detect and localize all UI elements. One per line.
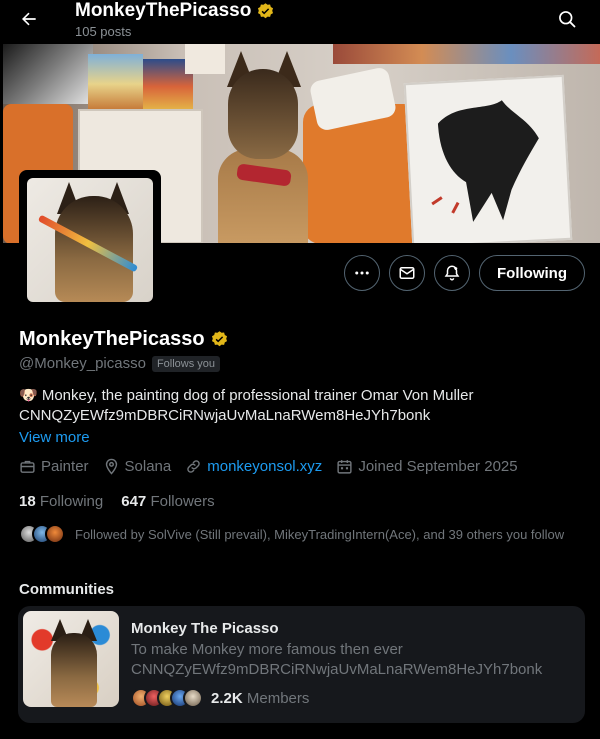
website-link[interactable]: monkeyonsol.xyz <box>207 458 322 475</box>
message-icon <box>399 267 415 279</box>
header-title: MonkeyThePicasso <box>75 0 252 21</box>
profile-name: MonkeyThePicasso <box>19 328 205 350</box>
location-item: Solana <box>103 458 172 475</box>
following-button[interactable]: Following <box>479 255 585 291</box>
followed-by-text: Followed by SolVive (Still prevail), Mik… <box>75 526 565 542</box>
community-desc-line: To make Monkey more famous then ever <box>131 641 403 658</box>
following-count-link[interactable]: 18 Following <box>19 493 103 510</box>
member-avatars <box>131 688 203 708</box>
verified-badge-icon[interactable] <box>210 330 229 349</box>
profile-actions: Following <box>344 255 585 291</box>
community-card[interactable]: Monkey The Picasso To make Monkey more f… <box>18 606 585 723</box>
calendar-icon <box>337 460 352 474</box>
location-text: Solana <box>124 458 172 475</box>
back-button[interactable] <box>12 2 46 36</box>
notifications-button[interactable] <box>434 255 471 291</box>
following-label: Following <box>39 493 104 510</box>
followers-label: Followers <box>150 493 215 510</box>
profile-avatar[interactable] <box>19 170 161 310</box>
briefcase-icon <box>20 460 35 473</box>
joined-item: Joined September 2025 <box>336 458 518 475</box>
banner-painting <box>333 44 600 64</box>
profile-handle: @Monkey_picasso <box>19 355 146 372</box>
banner-canvas <box>88 54 143 114</box>
back-arrow-icon <box>22 12 36 26</box>
community-desc-line: CNNQZyEWfz9mDBRCiRNwjaUvMaLnaRWem8HeJYh7… <box>131 661 543 678</box>
notification-bell-icon <box>444 265 460 281</box>
community-members: 2.2K Members <box>131 688 309 708</box>
followers-count-link[interactable]: 647 Followers <box>121 493 214 510</box>
community-description: To make Monkey more famous then ever CNN… <box>131 640 571 680</box>
header-title-wrap: MonkeyThePicasso <box>75 0 275 22</box>
communities-heading: Communities <box>19 581 115 598</box>
bio-line: 🐶 Monkey, the painting dog of profession… <box>19 387 474 404</box>
followed-by-avatars <box>19 524 65 544</box>
search-icon <box>559 11 576 28</box>
website-item[interactable]: monkeyonsol.xyz <box>185 458 322 475</box>
follow-counts: 18 Following 647 Followers <box>19 493 215 510</box>
profile-meta: Painter Solana monkeyonsol.xyz Joined Se… <box>19 458 518 475</box>
members-label: Members <box>246 689 310 707</box>
banner-dog <box>213 49 313 243</box>
community-name: Monkey The Picasso <box>131 620 279 637</box>
community-image <box>23 611 119 707</box>
follows-you-badge: Follows you <box>151 355 221 372</box>
profile-bio: 🐶 Monkey, the painting dog of profession… <box>19 386 589 426</box>
followed-by-row[interactable]: Followed by SolVive (Still prevail), Mik… <box>19 524 564 544</box>
handle-row: @Monkey_picasso Follows you <box>19 355 221 372</box>
avatar <box>45 524 65 544</box>
followers-count: 647 <box>121 493 147 510</box>
verified-badge-icon <box>258 2 274 18</box>
search-button[interactable] <box>552 4 582 34</box>
message-button[interactable] <box>389 255 426 291</box>
banner-horse-painting <box>403 74 573 243</box>
location-pin-icon <box>105 458 117 475</box>
members-text: 2.2K Members <box>211 690 309 707</box>
profession-item: Painter <box>19 458 89 475</box>
bio-line: CNNQZyEWfz9mDBRCiRNwjaUvMaLnaRWem8HeJYh7… <box>19 407 431 424</box>
link-icon <box>187 460 201 473</box>
more-icon <box>355 271 369 275</box>
top-bar: MonkeyThePicasso 105 posts <box>0 0 600 44</box>
avatar <box>183 688 203 708</box>
profile-name-wrap: MonkeyThePicasso <box>19 328 229 351</box>
joined-text: Joined September 2025 <box>358 458 518 475</box>
more-button[interactable] <box>344 255 381 291</box>
banner-painting <box>3 44 93 104</box>
view-more-link[interactable]: View more <box>19 429 90 446</box>
members-count: 2.2K <box>211 689 243 707</box>
following-count: 18 <box>19 493 36 510</box>
profession-text: Painter <box>41 458 89 475</box>
post-count: 105 posts <box>75 24 132 39</box>
